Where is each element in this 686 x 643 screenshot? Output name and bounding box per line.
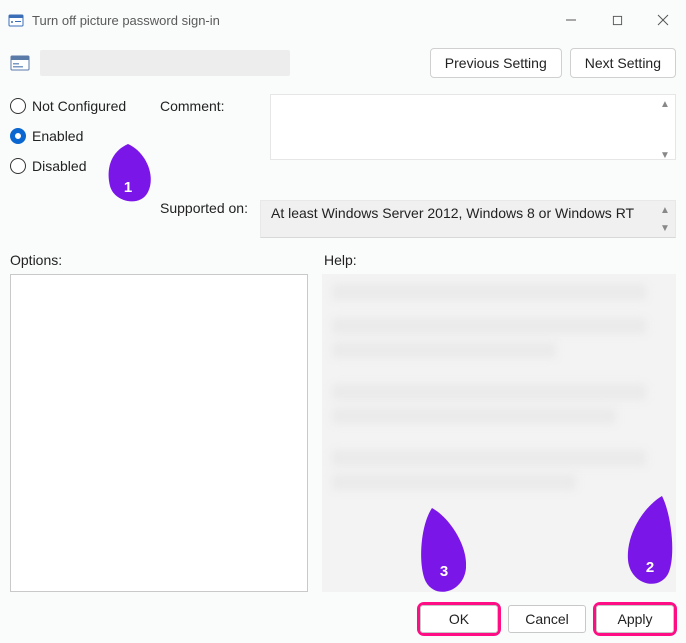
toolbar: Previous Setting Next Setting [0, 40, 686, 94]
titlebar: Turn off picture password sign-in [0, 0, 686, 40]
help-label: Help: [310, 252, 676, 268]
window-controls [548, 5, 686, 35]
options-label: Options: [10, 252, 310, 268]
comment-textarea[interactable] [270, 94, 676, 160]
comment-label: Comment: [160, 98, 270, 114]
radio-label: Enabled [32, 128, 83, 144]
close-button[interactable] [640, 5, 686, 35]
supported-on-label: Supported on: [160, 200, 260, 216]
dialog-buttons: OK Cancel Apply [420, 605, 674, 633]
radio-circle-icon [10, 98, 26, 114]
radio-label: Disabled [32, 158, 86, 174]
scroll-up-icon[interactable]: ▲ [656, 96, 674, 112]
radio-not-configured[interactable]: Not Configured [10, 98, 160, 114]
next-setting-button[interactable]: Next Setting [570, 48, 676, 78]
apply-button[interactable]: Apply [596, 605, 674, 633]
options-panel [10, 274, 308, 592]
radio-circle-selected-icon [10, 128, 26, 144]
radio-label: Not Configured [32, 98, 126, 114]
supported-on-value: At least Windows Server 2012, Windows 8 … [260, 200, 676, 238]
previous-setting-button[interactable]: Previous Setting [430, 48, 562, 78]
help-panel [322, 274, 676, 592]
scroll-down-icon[interactable]: ▼ [656, 147, 674, 163]
state-radios: Not Configured Enabled Disabled [10, 94, 160, 188]
scroll-up-icon[interactable]: ▲ [656, 202, 674, 218]
scroll-down-icon[interactable]: ▼ [656, 220, 674, 236]
minimize-button[interactable] [548, 5, 594, 35]
policy-name-blurred [40, 50, 290, 76]
radio-disabled[interactable]: Disabled [10, 158, 160, 174]
radio-circle-icon [10, 158, 26, 174]
app-icon [8, 12, 24, 28]
window-title: Turn off picture password sign-in [32, 13, 220, 28]
maximize-button[interactable] [594, 5, 640, 35]
radio-enabled[interactable]: Enabled [10, 128, 160, 144]
policy-icon [10, 54, 30, 72]
ok-button[interactable]: OK [420, 605, 498, 633]
cancel-button[interactable]: Cancel [508, 605, 586, 633]
